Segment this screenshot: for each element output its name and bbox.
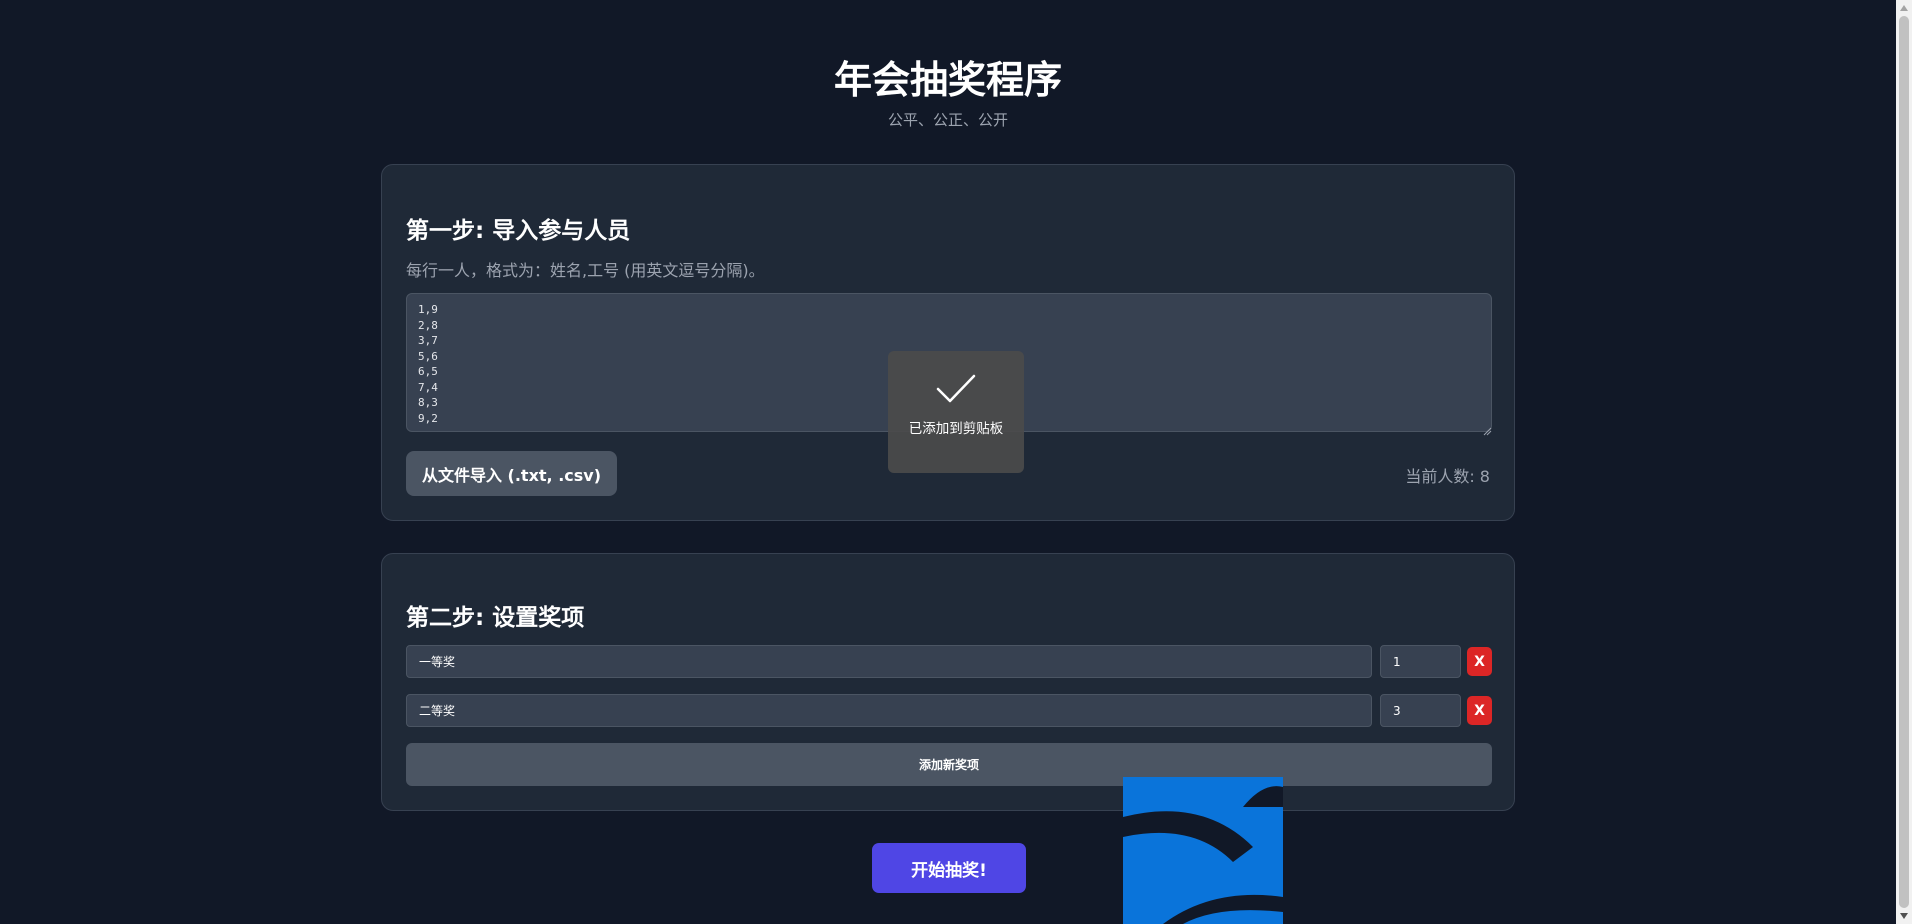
prize-name-input[interactable]: 二等奖 — [406, 694, 1372, 727]
prize-row: 一等奖 1 X — [406, 645, 1492, 678]
page: 年会抽奖程序 公平、公正、公开 第一步: 导入参与人员 每行一人，格式为：姓名,… — [0, 0, 1912, 924]
step1-hint: 每行一人，格式为：姓名,工号 (用英文逗号分隔)。 — [406, 261, 765, 280]
start-draw-button[interactable]: 开始抽奖! — [872, 843, 1026, 893]
delete-prize-button[interactable]: X — [1467, 696, 1492, 725]
check-icon — [936, 374, 976, 403]
scrollbar-thumb[interactable] — [1899, 16, 1909, 908]
import-file-button[interactable]: 从文件导入 (.txt, .csv) — [406, 451, 617, 496]
scroll-down-arrow-icon[interactable] — [1900, 913, 1908, 919]
toast-message: 已添加到剪贴板 — [908, 421, 1004, 437]
page-subtitle: 公平、公正、公开 — [887, 111, 1008, 129]
step2-heading: 第二步: 设置奖项 — [406, 605, 585, 631]
clipboard-toast: 已添加到剪贴板 — [888, 351, 1024, 473]
prize-settings-card: 第二步: 设置奖项 一等奖 1 X 二等奖 3 X 添加新奖项 — [381, 553, 1515, 811]
scroll-up-arrow-icon[interactable] — [1900, 5, 1908, 11]
prize-row: 二等奖 3 X — [406, 694, 1492, 727]
prize-quantity-input[interactable]: 3 — [1380, 694, 1461, 727]
page-title: 年会抽奖程序 — [833, 58, 1062, 102]
watermark-logo-icon — [1123, 777, 1283, 924]
vertical-scrollbar[interactable] — [1896, 0, 1912, 924]
prize-quantity-input[interactable]: 1 — [1380, 645, 1461, 678]
delete-prize-button[interactable]: X — [1467, 647, 1492, 676]
textarea-resize-handle[interactable] — [1482, 421, 1492, 436]
page-header: 年会抽奖程序 公平、公正、公开 — [0, 56, 1896, 130]
resize-grip-icon — [1483, 427, 1492, 436]
watermark-overlay — [1123, 777, 1763, 924]
prize-name-input[interactable]: 一等奖 — [406, 645, 1372, 678]
participant-count: 当前人数: 8 — [1405, 467, 1490, 486]
step1-heading: 第一步: 导入参与人员 — [406, 218, 631, 244]
